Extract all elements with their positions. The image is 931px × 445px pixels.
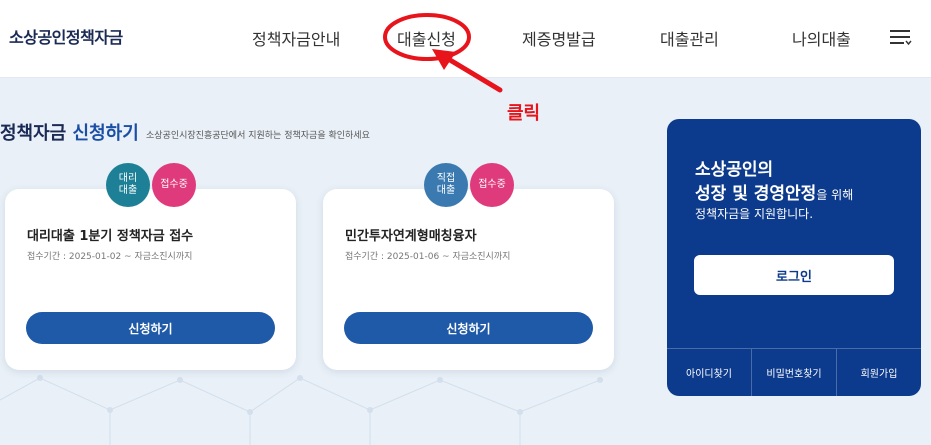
panel-heading-line1: 소상공인의 bbox=[695, 160, 774, 180]
badge-line: 대리 bbox=[118, 173, 138, 184]
nav-certificate-issuance[interactable]: 제증명발급 bbox=[522, 26, 596, 50]
section-title-part2: 신청하기 bbox=[72, 123, 139, 144]
section-subtitle: 소상공인시장진흥공단에서 지원하는 정책자금을 확인하세요 bbox=[146, 131, 370, 141]
loan-type-badge: 대리 대출 bbox=[106, 163, 150, 207]
nav-loan-management[interactable]: 대출관리 bbox=[660, 26, 719, 50]
apply-button[interactable]: 신청하기 bbox=[344, 312, 593, 344]
find-password-link[interactable]: 비밀번호찾기 bbox=[751, 349, 836, 396]
panel-heading-emphasis: 성장 및 경영안정 bbox=[695, 184, 817, 204]
find-id-link[interactable]: 아이디찾기 bbox=[667, 349, 751, 396]
fund-card: 대리대출 1분기 정책자금 접수 접수기간 : 2025-01-02 ~ 자금소… bbox=[5, 189, 296, 370]
card-title: 대리대출 1분기 정책자금 접수 bbox=[27, 229, 194, 244]
loan-type-badge: 직접 대출 bbox=[424, 163, 468, 207]
badge-status-text: 접수중 bbox=[160, 179, 188, 190]
click-annotation-label: 클릭 bbox=[507, 103, 541, 124]
status-badge: 접수중 bbox=[152, 163, 196, 207]
badge-status-text: 접수중 bbox=[478, 179, 506, 190]
login-panel: 소상공인의 성장 및 경영안정을 위해 정책자금을 지원합니다. 로그인 아이디… bbox=[667, 119, 921, 396]
badge-line: 대출 bbox=[436, 185, 456, 196]
section-title-part1: 정책자금 bbox=[0, 123, 67, 144]
site-logo[interactable]: 소상공인정책자금 bbox=[9, 24, 123, 48]
badge-line: 대출 bbox=[118, 185, 138, 196]
section-title: 정책자금 신청하기 bbox=[0, 119, 139, 145]
nav-policy-fund-guide[interactable]: 정책자금안내 bbox=[252, 26, 340, 50]
card-period: 접수기간 : 2025-01-02 ~ 자금소진시까지 bbox=[27, 252, 193, 262]
nav-loan-application[interactable]: 대출신청 bbox=[397, 26, 456, 50]
sign-up-link[interactable]: 회원가입 bbox=[836, 349, 921, 396]
panel-heading-line2: 성장 및 경영안정을 위해 bbox=[695, 179, 853, 204]
status-badge: 접수중 bbox=[470, 163, 514, 207]
panel-description: 정책자금을 지원합니다. bbox=[695, 207, 814, 221]
badge-line: 직접 bbox=[436, 173, 456, 184]
card-period: 접수기간 : 2025-01-06 ~ 자금소진시까지 bbox=[345, 252, 511, 262]
account-links: 아이디찾기 비밀번호찾기 회원가입 bbox=[667, 348, 921, 396]
nav-my-loans[interactable]: 나의대출 bbox=[792, 26, 851, 50]
hamburger-menu-icon[interactable] bbox=[890, 28, 912, 46]
login-button[interactable]: 로그인 bbox=[694, 255, 894, 295]
panel-heading-suffix: 을 위해 bbox=[816, 188, 854, 202]
fund-card: 민간투자연계형매칭융자 접수기간 : 2025-01-06 ~ 자금소진시까지 … bbox=[323, 189, 614, 370]
site-header: 소상공인정책자금 정책자금안내 대출신청 제증명발급 대출관리 나의대출 bbox=[0, 0, 931, 78]
card-title: 민간투자연계형매칭융자 bbox=[345, 229, 477, 244]
apply-button[interactable]: 신청하기 bbox=[26, 312, 275, 344]
